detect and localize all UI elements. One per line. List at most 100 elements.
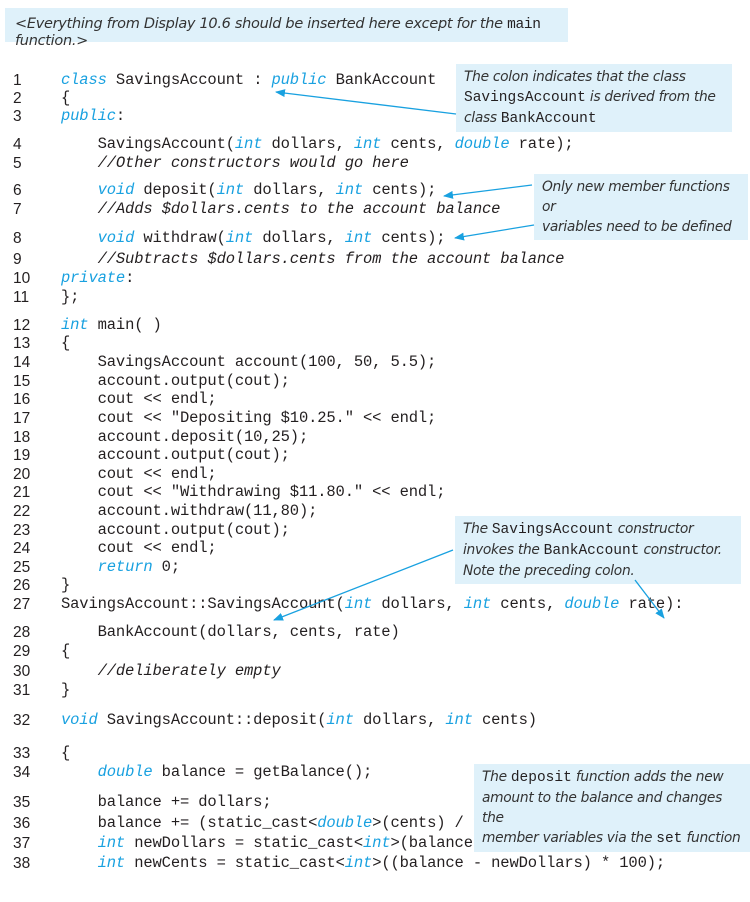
line-number: 12 xyxy=(13,317,31,334)
code-text: BankAccount(dollars, cents, rate) xyxy=(61,623,400,641)
code-line: cout << "Depositing $10.25." << endl; xyxy=(61,409,437,428)
line-number: 37 xyxy=(13,835,31,852)
callout-code: BankAccount xyxy=(500,111,597,127)
code-text: cents) xyxy=(472,711,537,729)
code-text: main( ) xyxy=(88,316,162,334)
code-keyword: int xyxy=(61,316,89,334)
code-line: cout << endl; xyxy=(61,539,217,558)
code-keyword: double xyxy=(454,135,510,153)
code-line: { xyxy=(61,89,70,108)
callout-colon-derived: The colon indicates that the class Savin… xyxy=(456,64,732,132)
code-line: account.output(cout); xyxy=(61,446,290,465)
callout-code: BankAccount xyxy=(543,543,640,559)
code-keyword: int xyxy=(97,834,126,852)
arrow-to-deposit-decl xyxy=(443,184,533,199)
code-line: private: xyxy=(61,269,134,288)
code-text: : xyxy=(115,107,126,125)
code-line: int main( ) xyxy=(61,316,162,335)
code-line: SavingsAccount account(100, 50, 5.5); xyxy=(61,353,437,372)
code-line: int newCents = static_cast<int>((balance… xyxy=(61,854,666,873)
code-text: rate); xyxy=(509,135,574,153)
line-number: 26 xyxy=(13,577,31,594)
line-number: 24 xyxy=(13,540,31,557)
line-number: 20 xyxy=(13,466,31,483)
line-number: 31 xyxy=(13,682,31,699)
line-number: 32 xyxy=(13,712,31,729)
callout-constructor: The SavingsAccount constructor invokes t… xyxy=(455,516,741,584)
line-number: 17 xyxy=(13,410,31,427)
code-keyword: int xyxy=(326,711,354,729)
code-keyword: void xyxy=(97,229,135,247)
line-number: 14 xyxy=(13,354,31,371)
code-text: { xyxy=(61,89,71,107)
line-number: 30 xyxy=(13,663,31,680)
code-keyword: public xyxy=(271,71,327,89)
code-keyword: int xyxy=(344,229,373,247)
line-number: 13 xyxy=(13,335,31,352)
code-text: cents); xyxy=(363,181,437,199)
callout-text: class xyxy=(464,110,501,126)
line-number: 1 xyxy=(13,72,22,89)
code-line: class SavingsAccount : public BankAccoun… xyxy=(61,71,436,90)
code-line: SavingsAccount(int dollars, int cents, d… xyxy=(61,135,574,154)
banner-code-main: main xyxy=(507,17,541,33)
callout-code: SavingsAccount xyxy=(464,90,586,106)
line-number: 3 xyxy=(13,108,22,125)
code-text: cout << endl; xyxy=(61,465,217,483)
line-number: 15 xyxy=(13,373,31,390)
code-text: account.withdraw(11,80); xyxy=(61,502,318,520)
code-text: dollars, xyxy=(372,595,464,613)
code-text: } xyxy=(61,681,71,699)
callout-text: function adds the new xyxy=(571,769,724,785)
callout-text: member variables via the xyxy=(482,830,657,846)
code-text: { xyxy=(61,642,71,660)
line-number: 16 xyxy=(13,391,31,408)
line-number: 36 xyxy=(13,815,31,832)
line-number: 28 xyxy=(13,624,31,641)
callout-deposit-function: The deposit function adds the new amount… xyxy=(474,764,750,852)
code-line: //Adds $dollars.cents to the account bal… xyxy=(61,200,501,219)
code-text: SavingsAccount( xyxy=(61,135,235,153)
code-text: account.output(cout); xyxy=(61,372,290,390)
code-text: cents, xyxy=(381,135,455,153)
code-text: newDollars = static_cast< xyxy=(125,834,364,852)
code-text: cout << "Depositing $10.25." << endl; xyxy=(61,409,437,427)
code-line: { xyxy=(61,744,70,763)
line-number: 11 xyxy=(13,289,30,306)
code-text: cout << "Withdrawing $11.80." << endl; xyxy=(61,483,446,501)
code-line: balance += dollars; xyxy=(61,793,272,812)
code-text: 0; xyxy=(152,558,180,576)
code-keyword: int xyxy=(445,711,473,729)
code-line: void SavingsAccount::deposit(int dollars… xyxy=(61,711,537,730)
callout-text: constructor. xyxy=(639,542,722,558)
line-number: 21 xyxy=(13,484,31,501)
line-number: 4 xyxy=(13,136,22,153)
line-number: 38 xyxy=(13,855,31,872)
banner-suffix: function.> xyxy=(15,33,88,49)
code-text: account.output(cout); xyxy=(61,446,290,464)
code-line: void withdraw(int dollars, int cents); xyxy=(61,229,446,248)
code-keyword: int xyxy=(225,229,254,247)
code-line: public: xyxy=(61,107,125,126)
code-line: }; xyxy=(61,288,79,307)
code-text: { xyxy=(61,334,71,352)
code-text: SavingsAccount::deposit( xyxy=(97,711,327,729)
code-line: void deposit(int dollars, int cents); xyxy=(61,181,437,200)
line-number: 27 xyxy=(13,596,31,613)
arrow-to-withdraw-decl xyxy=(454,224,535,241)
line-number: 2 xyxy=(13,90,22,107)
code-line: int newDollars = static_cast<int>(balanc… xyxy=(61,834,492,853)
code-keyword: int xyxy=(344,595,373,613)
code-line: account.output(cout); xyxy=(61,521,290,540)
code-keyword: int xyxy=(97,854,126,872)
code-comment: //Other constructors would go here xyxy=(61,154,409,172)
callout-text: amount to the balance and changes the xyxy=(482,790,722,826)
code-line: return 0; xyxy=(61,558,181,577)
code-text: dollars, xyxy=(262,135,354,153)
code-keyword: double xyxy=(564,595,620,613)
code-keyword: int xyxy=(344,854,373,872)
code-comment: //Subtracts $dollars.cents from the acco… xyxy=(61,250,565,268)
code-line: cout << endl; xyxy=(61,390,217,409)
